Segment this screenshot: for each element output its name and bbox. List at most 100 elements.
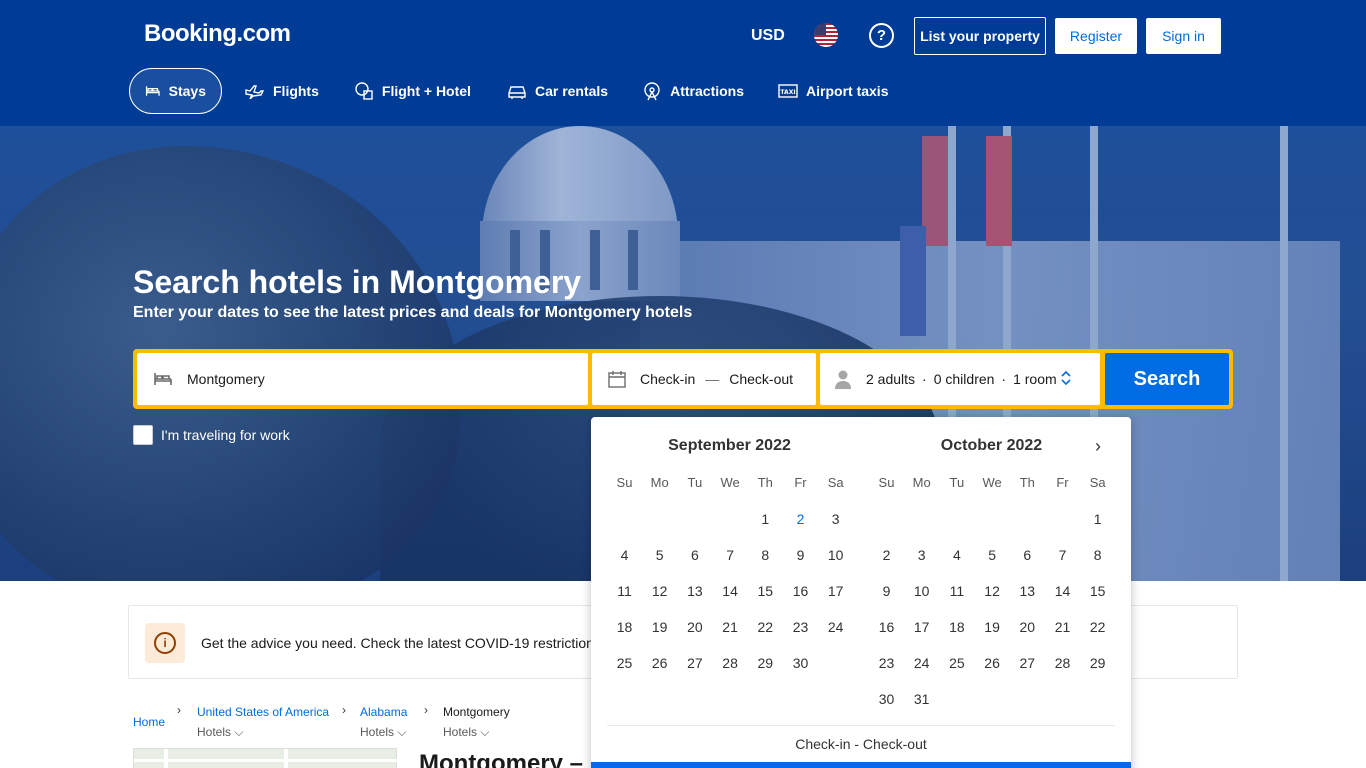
- calendar-day[interactable]: 11: [939, 583, 974, 599]
- calendar-day[interactable]: 21: [1045, 619, 1080, 635]
- breadcrumb-sub[interactable]: Hotels ⌵: [197, 725, 329, 740]
- calendar-day[interactable]: 8: [748, 547, 783, 563]
- calendar-day[interactable]: 11: [607, 583, 642, 599]
- nav-car-rentals[interactable]: Car rentals: [492, 68, 623, 114]
- top-header: Booking.com USD ? List your property Reg…: [0, 0, 1366, 126]
- breadcrumb-usa[interactable]: United States of America Hotels ⌵: [197, 705, 329, 740]
- nav-airport-taxis[interactable]: TAXI Airport taxis: [763, 68, 903, 114]
- map-thumbnail[interactable]: [133, 748, 398, 768]
- calendar-day[interactable]: 9: [869, 583, 904, 599]
- calendar-day[interactable]: 3: [818, 511, 853, 527]
- adults-count: 2 adults: [866, 371, 916, 387]
- calendar-day[interactable]: 8: [1080, 547, 1115, 563]
- calendar-day[interactable]: 30: [869, 691, 904, 707]
- next-month-icon[interactable]: ›: [1095, 436, 1101, 457]
- breadcrumb-sub[interactable]: Hotels ⌵: [443, 725, 510, 740]
- guests-field[interactable]: 2 adults · 0 children · 1 room: [820, 353, 1100, 405]
- calendar-day[interactable]: 15: [1080, 583, 1115, 599]
- calendar-day[interactable]: 21: [713, 619, 748, 635]
- calendar-day[interactable]: 23: [783, 619, 818, 635]
- calendar-day[interactable]: 24: [818, 619, 853, 635]
- calendar-day[interactable]: 26: [642, 655, 677, 671]
- booking-logo[interactable]: Booking.com: [144, 20, 291, 48]
- calendar-day[interactable]: 2: [869, 547, 904, 563]
- currency-selector[interactable]: USD: [751, 27, 785, 45]
- calendar-day[interactable]: 28: [1045, 655, 1080, 671]
- calendar-day[interactable]: 6: [1010, 547, 1045, 563]
- calendar-day[interactable]: 14: [713, 583, 748, 599]
- calendar-day[interactable]: 1: [748, 511, 783, 527]
- calendar-day[interactable]: 23: [869, 655, 904, 671]
- calendar-day[interactable]: 20: [1010, 619, 1045, 635]
- work-travel-option[interactable]: I'm traveling for work: [133, 425, 290, 445]
- breadcrumb-link[interactable]: United States of America: [197, 705, 329, 719]
- calendar-day[interactable]: 17: [904, 619, 939, 635]
- calendar-day[interactable]: 15: [748, 583, 783, 599]
- nav-flights[interactable]: Flights: [230, 68, 334, 114]
- calendar-day[interactable]: 7: [1045, 547, 1080, 563]
- calendar-day[interactable]: 27: [1010, 655, 1045, 671]
- weekday-label: Fr: [1056, 475, 1069, 490]
- calendar-day[interactable]: 16: [869, 619, 904, 635]
- nav-stays[interactable]: Stays: [129, 68, 222, 114]
- calendar-day[interactable]: 30: [783, 655, 818, 671]
- calendar-day[interactable]: 17: [818, 583, 853, 599]
- breadcrumb-link[interactable]: Home: [133, 715, 165, 729]
- weekday-label: Mo: [912, 475, 931, 490]
- destination-field[interactable]: Montgomery: [137, 353, 588, 405]
- breadcrumb-sub[interactable]: Hotels ⌵: [360, 725, 407, 740]
- calendar-day[interactable]: 14: [1045, 583, 1080, 599]
- calendar-day[interactable]: 19: [975, 619, 1010, 635]
- calendar-day[interactable]: 18: [607, 619, 642, 635]
- calendar-day[interactable]: 10: [904, 583, 939, 599]
- calendar-day[interactable]: 7: [713, 547, 748, 563]
- calendar-day[interactable]: 20: [677, 619, 712, 635]
- calendar-day[interactable]: 22: [748, 619, 783, 635]
- calendar-day[interactable]: 22: [1080, 619, 1115, 635]
- calendar-day[interactable]: 12: [642, 583, 677, 599]
- breadcrumb-alabama[interactable]: Alabama Hotels ⌵: [360, 705, 407, 740]
- calendar-day[interactable]: 13: [677, 583, 712, 599]
- calendar-day[interactable]: 24: [904, 655, 939, 671]
- calendar-day[interactable]: 27: [677, 655, 712, 671]
- calendar-day[interactable]: 31: [904, 691, 939, 707]
- nav-label: Flight + Hotel: [381, 83, 471, 99]
- calendar-day[interactable]: 1: [1080, 511, 1115, 527]
- calendar-day[interactable]: 10: [818, 547, 853, 563]
- calendar-day[interactable]: 29: [748, 655, 783, 671]
- calendar-day[interactable]: 6: [677, 547, 712, 563]
- chevron-right-icon: ›: [424, 703, 428, 717]
- us-flag-icon[interactable]: [814, 23, 838, 47]
- breadcrumb-link[interactable]: Alabama: [360, 705, 407, 719]
- calendar-day[interactable]: 16: [783, 583, 818, 599]
- calendar-day[interactable]: 25: [939, 655, 974, 671]
- calendar-day[interactable]: 12: [975, 583, 1010, 599]
- date-range-field[interactable]: Check-in — Check-out: [592, 353, 816, 405]
- nav-attractions[interactable]: Attractions: [627, 68, 759, 114]
- calendar-confirm-bar[interactable]: [591, 762, 1131, 768]
- weekday-label: Sa: [827, 475, 844, 490]
- calendar-day[interactable]: 19: [642, 619, 677, 635]
- sign-in-button[interactable]: Sign in: [1146, 18, 1221, 54]
- calendar-day[interactable]: 4: [607, 547, 642, 563]
- calendar-day[interactable]: 2: [783, 511, 818, 527]
- work-travel-checkbox[interactable]: [133, 425, 153, 445]
- nav-flight-hotel[interactable]: Flight + Hotel: [339, 68, 486, 114]
- register-button[interactable]: Register: [1055, 18, 1137, 54]
- calendar-day[interactable]: 5: [975, 547, 1010, 563]
- hero-title: Search hotels in Montgomery: [133, 264, 582, 300]
- calendar-day[interactable]: 29: [1080, 655, 1115, 671]
- calendar-day[interactable]: 18: [939, 619, 974, 635]
- breadcrumb-home[interactable]: Home: [133, 715, 165, 729]
- calendar-day[interactable]: 26: [975, 655, 1010, 671]
- calendar-day[interactable]: 4: [939, 547, 974, 563]
- calendar-day[interactable]: 9: [783, 547, 818, 563]
- help-icon[interactable]: ?: [869, 23, 894, 48]
- list-property-button[interactable]: List your property: [914, 17, 1046, 55]
- calendar-day[interactable]: 13: [1010, 583, 1045, 599]
- calendar-day[interactable]: 28: [713, 655, 748, 671]
- search-button[interactable]: Search: [1105, 353, 1229, 405]
- calendar-day[interactable]: 3: [904, 547, 939, 563]
- calendar-day[interactable]: 25: [607, 655, 642, 671]
- calendar-day[interactable]: 5: [642, 547, 677, 563]
